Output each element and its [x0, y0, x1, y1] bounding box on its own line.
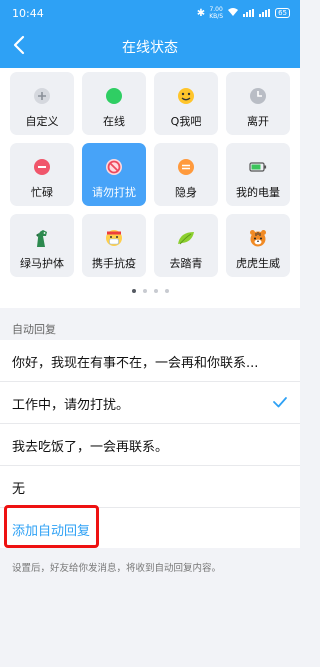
auto-reply-hint: 设置后，好友给你发消息，将收到自动回复内容。: [12, 563, 222, 574]
signal-icon-2: [259, 9, 271, 17]
wifi-icon: [227, 7, 239, 20]
nav-bar: 在线状态: [0, 30, 300, 62]
tile-label: 虎虎生威: [236, 257, 280, 270]
battery-indicator: 65: [275, 8, 290, 18]
do-not-disturb-icon: [106, 159, 122, 175]
checkmark-icon: [273, 397, 287, 408]
status-tile-busy[interactable]: 忙碌: [10, 143, 74, 206]
tile-label: 去踏青: [169, 257, 203, 270]
page-indicator: [0, 289, 300, 297]
auto-reply-text: 你好，我现在有事不在，一会再和你联系...: [12, 356, 259, 371]
status-tile-fight-epidemic[interactable]: 携手抗疫: [82, 214, 146, 277]
leaf-icon: [178, 232, 194, 245]
tile-label: 在线: [103, 115, 125, 128]
status-grid: 自定义 在线 Q我吧 离开 忙碌 请勿打扰 隐身 我的电量 绿马护体 携手抗疫 …: [0, 68, 300, 308]
bluetooth-icon: ✱: [196, 7, 206, 19]
status-tile-online[interactable]: 在线: [82, 72, 146, 135]
auto-reply-section-label: 自动回复: [12, 323, 56, 336]
speed-unit: KB/S: [209, 13, 224, 20]
smiley-icon: [178, 88, 194, 104]
status-tile-tiger[interactable]: 虎虎生威: [226, 214, 290, 277]
clock-icon: [250, 88, 266, 104]
green-horse-icon: [36, 230, 47, 247]
auto-reply-text: 无: [12, 482, 26, 497]
page-dot: [153, 289, 158, 293]
green-dot-icon: [106, 88, 122, 104]
tile-label: 我的电量: [236, 186, 280, 199]
auto-reply-text: 我去吃饭了，一会再联系。: [12, 440, 169, 455]
highlight-box: [4, 505, 99, 548]
status-bar: 10:44 ✱ 7.00 KB/S 65: [0, 0, 300, 26]
status-tile-custom[interactable]: 自定义: [10, 72, 74, 135]
speed-value: 7.00: [209, 6, 223, 13]
auto-reply-item[interactable]: 我去吃饭了，一会再联系。: [0, 424, 300, 466]
tile-label: 隐身: [175, 186, 197, 199]
tile-label: 携手抗疫: [92, 257, 136, 270]
status-tile-q-me[interactable]: Q我吧: [154, 72, 218, 135]
tile-label: 绿马护体: [20, 257, 64, 270]
tile-label: Q我吧: [170, 115, 202, 128]
plus-icon: [34, 88, 50, 104]
header: 10:44 ✱ 7.00 KB/S 65 在线状态: [0, 0, 300, 68]
status-tile-green-horse[interactable]: 绿马护体: [10, 214, 74, 277]
signal-icon: [243, 9, 255, 17]
auto-reply-item[interactable]: 你好，我现在有事不在，一会再和你联系...: [0, 340, 300, 382]
network-speed: 7.00 KB/S: [209, 6, 223, 20]
tile-label: 离开: [247, 115, 269, 128]
tile-label: 忙碌: [31, 186, 53, 199]
status-tile-away[interactable]: 离开: [226, 72, 290, 135]
tiger-icon: [250, 230, 266, 247]
auto-reply-item[interactable]: 工作中，请勿打扰。: [0, 382, 300, 424]
page-dot: [164, 289, 169, 293]
status-tile-battery[interactable]: 我的电量: [226, 143, 290, 206]
tile-label: 请勿打扰: [92, 186, 136, 199]
mask-face-icon: [106, 230, 122, 246]
page-dot: [142, 289, 147, 293]
status-tile-spring-outing[interactable]: 去踏青: [154, 214, 218, 277]
clock-time: 10:44: [12, 7, 44, 20]
auto-reply-text: 工作中，请勿打扰。: [12, 398, 130, 413]
battery-icon: [249, 162, 267, 172]
status-icons: ✱ 7.00 KB/S 65: [197, 6, 290, 20]
minus-icon: [34, 159, 50, 175]
status-tile-do-not-disturb[interactable]: 请勿打扰: [82, 143, 146, 206]
auto-reply-item[interactable]: 无: [0, 466, 300, 508]
hidden-icon: [178, 159, 194, 175]
tile-label: 自定义: [25, 115, 59, 128]
page-dot: [131, 289, 136, 293]
page-title: 在线状态: [122, 40, 178, 56]
status-tile-invisible[interactable]: 隐身: [154, 143, 218, 206]
